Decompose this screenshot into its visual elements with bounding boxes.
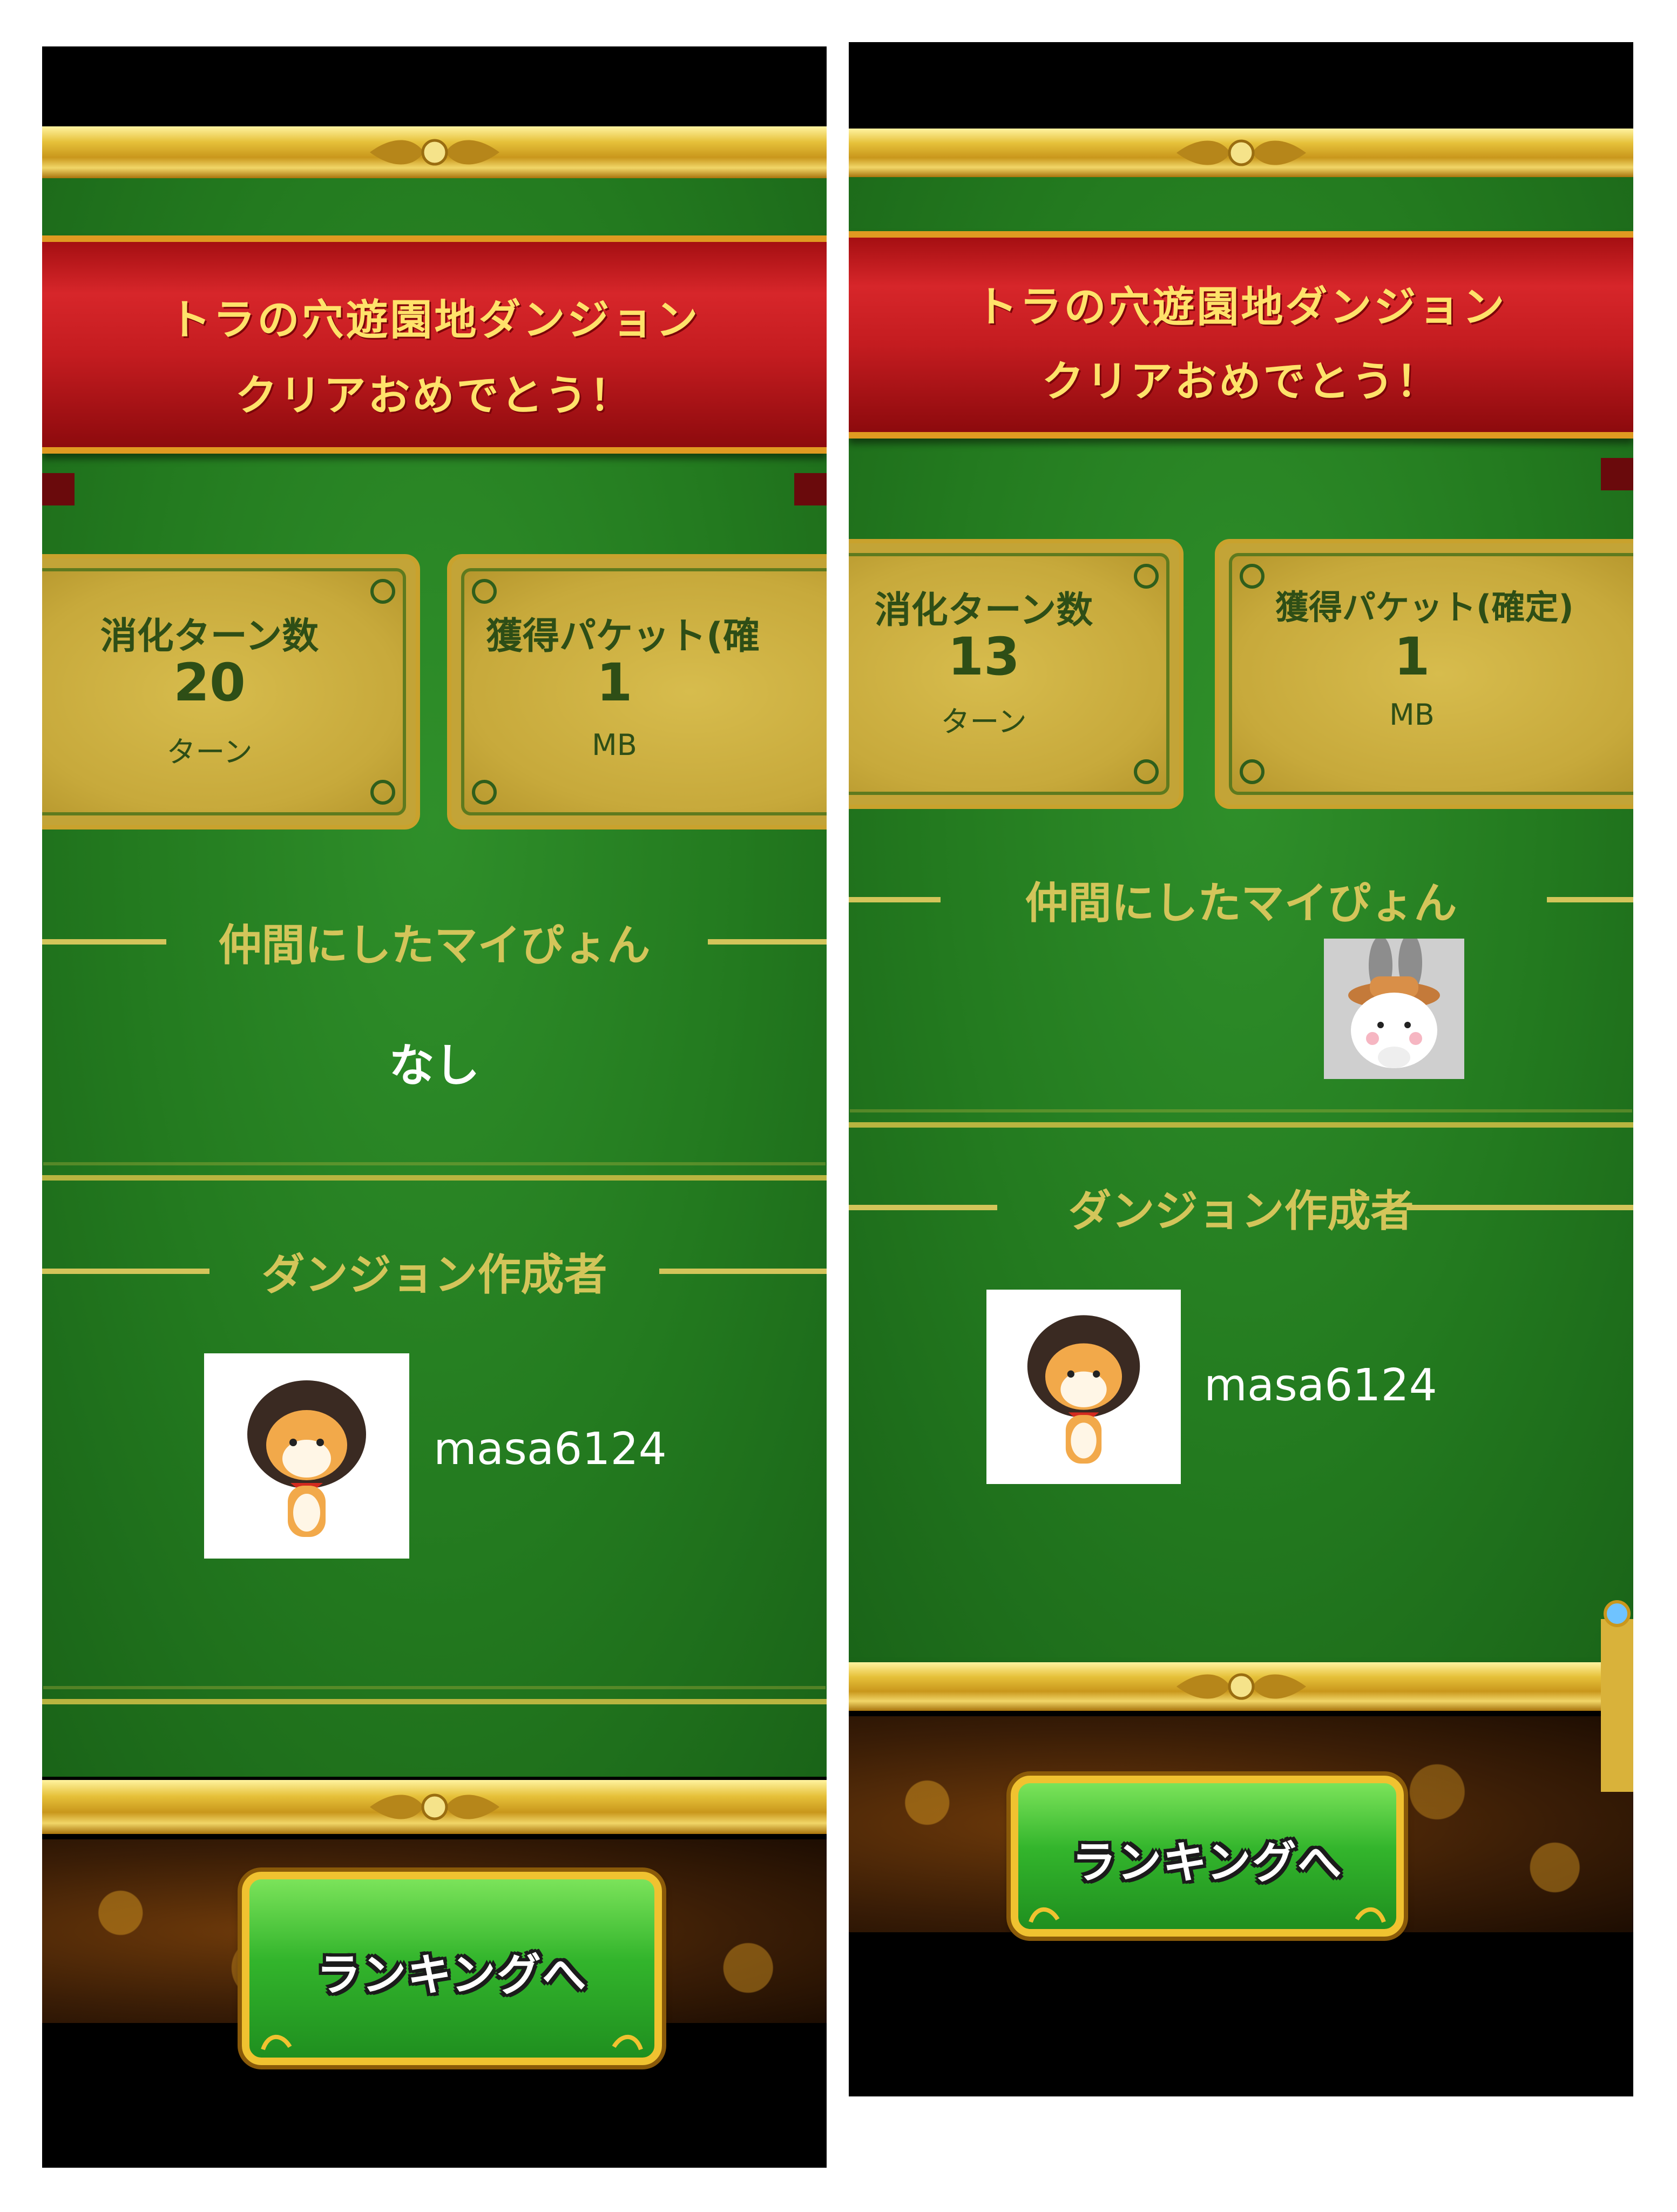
turns-label: 消化ターン数	[100, 615, 319, 658]
section-divider	[42, 1175, 827, 1181]
left-screenshot: トラの穴遊園地ダンジョン クリアおめでとう！ 消化ターン数 20 ターン 獲得パ…	[42, 46, 827, 2168]
packets-unit: MB	[592, 728, 637, 762]
banner-line-1: トラの穴遊園地ダンジョン	[975, 283, 1507, 332]
ranking-button[interactable]: ランキングへ	[1011, 1776, 1404, 1937]
creator-name: masa6124	[1204, 1360, 1437, 1411]
creator-heading: ダンジョン作成者	[849, 1176, 1633, 1239]
recruited-heading: 仲間にしたマイぴょん	[42, 911, 827, 973]
creator-heading: ダンジョン作成者	[42, 1240, 827, 1303]
corner-flourish-icon	[472, 780, 497, 805]
clear-banner: トラの穴遊園地ダンジョン クリアおめでとう！	[849, 231, 1633, 439]
turns-unit: ターン	[941, 705, 1027, 739]
top-ornament-icon	[369, 139, 499, 166]
corner-flourish-icon	[370, 780, 395, 805]
recruited-heading-text: 仲間にしたマイぴょん	[218, 920, 651, 970]
ranking-button[interactable]: ランキングへ	[242, 1872, 662, 2065]
packets-label: 獲得パケット(確定)	[1275, 588, 1574, 627]
tiger-avatar-icon	[247, 1380, 366, 1537]
button-flourish-icon	[1029, 1907, 1060, 1923]
packets-card: 獲得パケット(確定) 1 MB	[1215, 539, 1633, 809]
bottom-gold-frame	[42, 1780, 827, 1834]
section-divider	[42, 1699, 827, 1704]
creator-heading-text: ダンジョン作成者	[261, 1250, 607, 1300]
recruited-mypyon[interactable]	[1324, 939, 1464, 1079]
creator-heading-text: ダンジョン作成者	[1068, 1186, 1414, 1236]
packets-unit: MB	[1389, 698, 1435, 732]
button-flourish-icon	[1355, 1907, 1386, 1923]
turns-label: 消化ターン数	[874, 589, 1093, 632]
clear-banner: トラの穴遊園地ダンジョン クリアおめでとう！	[42, 235, 827, 454]
corner-flourish-icon	[1240, 759, 1264, 784]
recruited-heading: 仲間にしたマイぴょん	[849, 868, 1633, 931]
corner-flourish-icon	[370, 579, 395, 604]
button-flourish-icon	[612, 2034, 643, 2051]
section-divider	[849, 1122, 1633, 1128]
creator-avatar[interactable]	[204, 1353, 409, 1559]
top-ornament-icon	[1176, 139, 1306, 166]
banner-tail-right	[794, 473, 827, 505]
tiger-avatar-icon	[1027, 1315, 1140, 1464]
packets-label: 獲得パケット(確	[486, 615, 760, 658]
ranking-button-label: ランキングへ	[316, 1950, 587, 2001]
creator-name: masa6124	[434, 1424, 667, 1475]
top-gold-frame	[849, 129, 1633, 177]
top-gold-frame	[42, 126, 827, 178]
button-flourish-icon	[261, 2034, 292, 2051]
packets-value: 1	[1394, 626, 1430, 687]
banner-tail-left	[42, 473, 75, 505]
bottom-gold-frame	[849, 1662, 1633, 1711]
corner-flourish-icon	[472, 579, 497, 604]
turns-card: 消化ターン数 13 ターン	[849, 539, 1184, 809]
corner-flourish-icon	[1240, 564, 1264, 589]
gold-pillar-icon	[1601, 1600, 1633, 1792]
banner-line-2: クリアおめでとう！	[1042, 358, 1441, 406]
recruited-none: なし	[389, 1039, 480, 1092]
banner-tail-right	[1601, 458, 1633, 490]
right-screenshot: トラの穴遊園地ダンジョン クリアおめでとう！ 消化ターン数 13 ターン 獲得パ…	[849, 42, 1633, 2096]
bottom-ornament-icon	[369, 1793, 499, 1820]
banner-line-2: クリアおめでとう！	[235, 372, 634, 420]
bottom-ornament-icon	[1176, 1673, 1306, 1700]
packets-value: 1	[596, 652, 633, 713]
recruited-heading-text: 仲間にしたマイぴょん	[1025, 878, 1457, 928]
corner-flourish-icon	[1134, 759, 1159, 784]
ranking-button-label: ランキングへ	[1072, 1837, 1343, 1889]
creator-avatar[interactable]	[986, 1290, 1181, 1484]
banner-line-1: トラの穴遊園地ダンジョン	[168, 296, 700, 345]
bunny-explorer-icon	[1348, 939, 1440, 1068]
packets-card: 獲得パケット(確 1 MB	[447, 554, 827, 830]
turns-value: 13	[948, 626, 1020, 687]
